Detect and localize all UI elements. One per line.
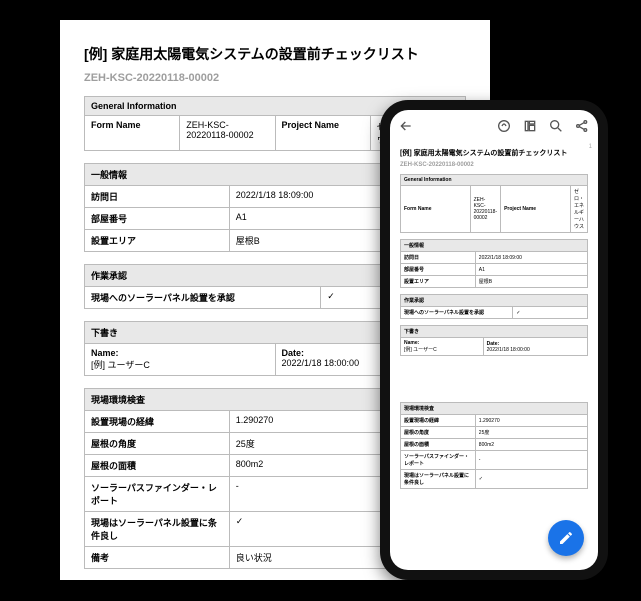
back-icon[interactable]: [398, 118, 414, 134]
phone-screen: 1 [例] 家庭用太陽電気システムの設置前チェックリスト ZEH-KSC-202…: [390, 110, 598, 570]
ippan-table: 一般情報 訪問日2022/1/18 18:09:00 部屋番号A1 設置エリア屋…: [400, 239, 588, 288]
name-label: Name:: [91, 348, 119, 358]
name-value: [例] ユーザーC: [91, 360, 150, 370]
phone-content[interactable]: 1 [例] 家庭用太陽電気システムの設置前チェックリスト ZEH-KSC-202…: [390, 142, 598, 570]
form-name-label: Form Name: [85, 116, 180, 151]
form-name-value: ZEH-KSC-20220118-00002: [180, 116, 275, 151]
shitagaki-table: 下書き Name:[例] ユーザーC Date:2022/1/18 18:00:…: [400, 325, 588, 356]
phone-mockup: 1 [例] 家庭用太陽電気システムの設置前チェックリスト ZEH-KSC-202…: [380, 100, 608, 580]
share-icon[interactable]: [574, 118, 590, 134]
phone-toolbar: [390, 110, 598, 142]
annotate-icon[interactable]: [496, 118, 512, 134]
project-name-label: Project Name: [275, 116, 370, 151]
search-icon[interactable]: [548, 118, 564, 134]
date-value: 2022/1/18 18:00:00: [282, 358, 360, 368]
edit-fab[interactable]: [548, 520, 584, 556]
document-id: ZEH-KSC-20220118-00002: [84, 72, 466, 84]
page-title: [例] 家庭用太陽電気システムの設置前チェックリスト: [400, 148, 588, 158]
general-information-table: General Information Form Name ZEH-KSC-20…: [400, 174, 588, 233]
page-title: [例] 家庭用太陽電気システムの設置前チェックリスト: [84, 44, 466, 64]
page-indicator: 1: [589, 144, 592, 150]
sagyou-table: 作業承認 現場へのソーラーパネル設置を承認✓: [400, 294, 588, 319]
date-label: Date:: [282, 348, 305, 358]
pencil-icon: [558, 530, 574, 546]
genba-table: 現場環境検査 設置現場の経緯1.290270 屋根の角度25度 屋根の面積800…: [400, 402, 588, 489]
document-id: ZEH-KSC-20220118-00002: [400, 162, 588, 168]
layout-icon[interactable]: [522, 118, 538, 134]
